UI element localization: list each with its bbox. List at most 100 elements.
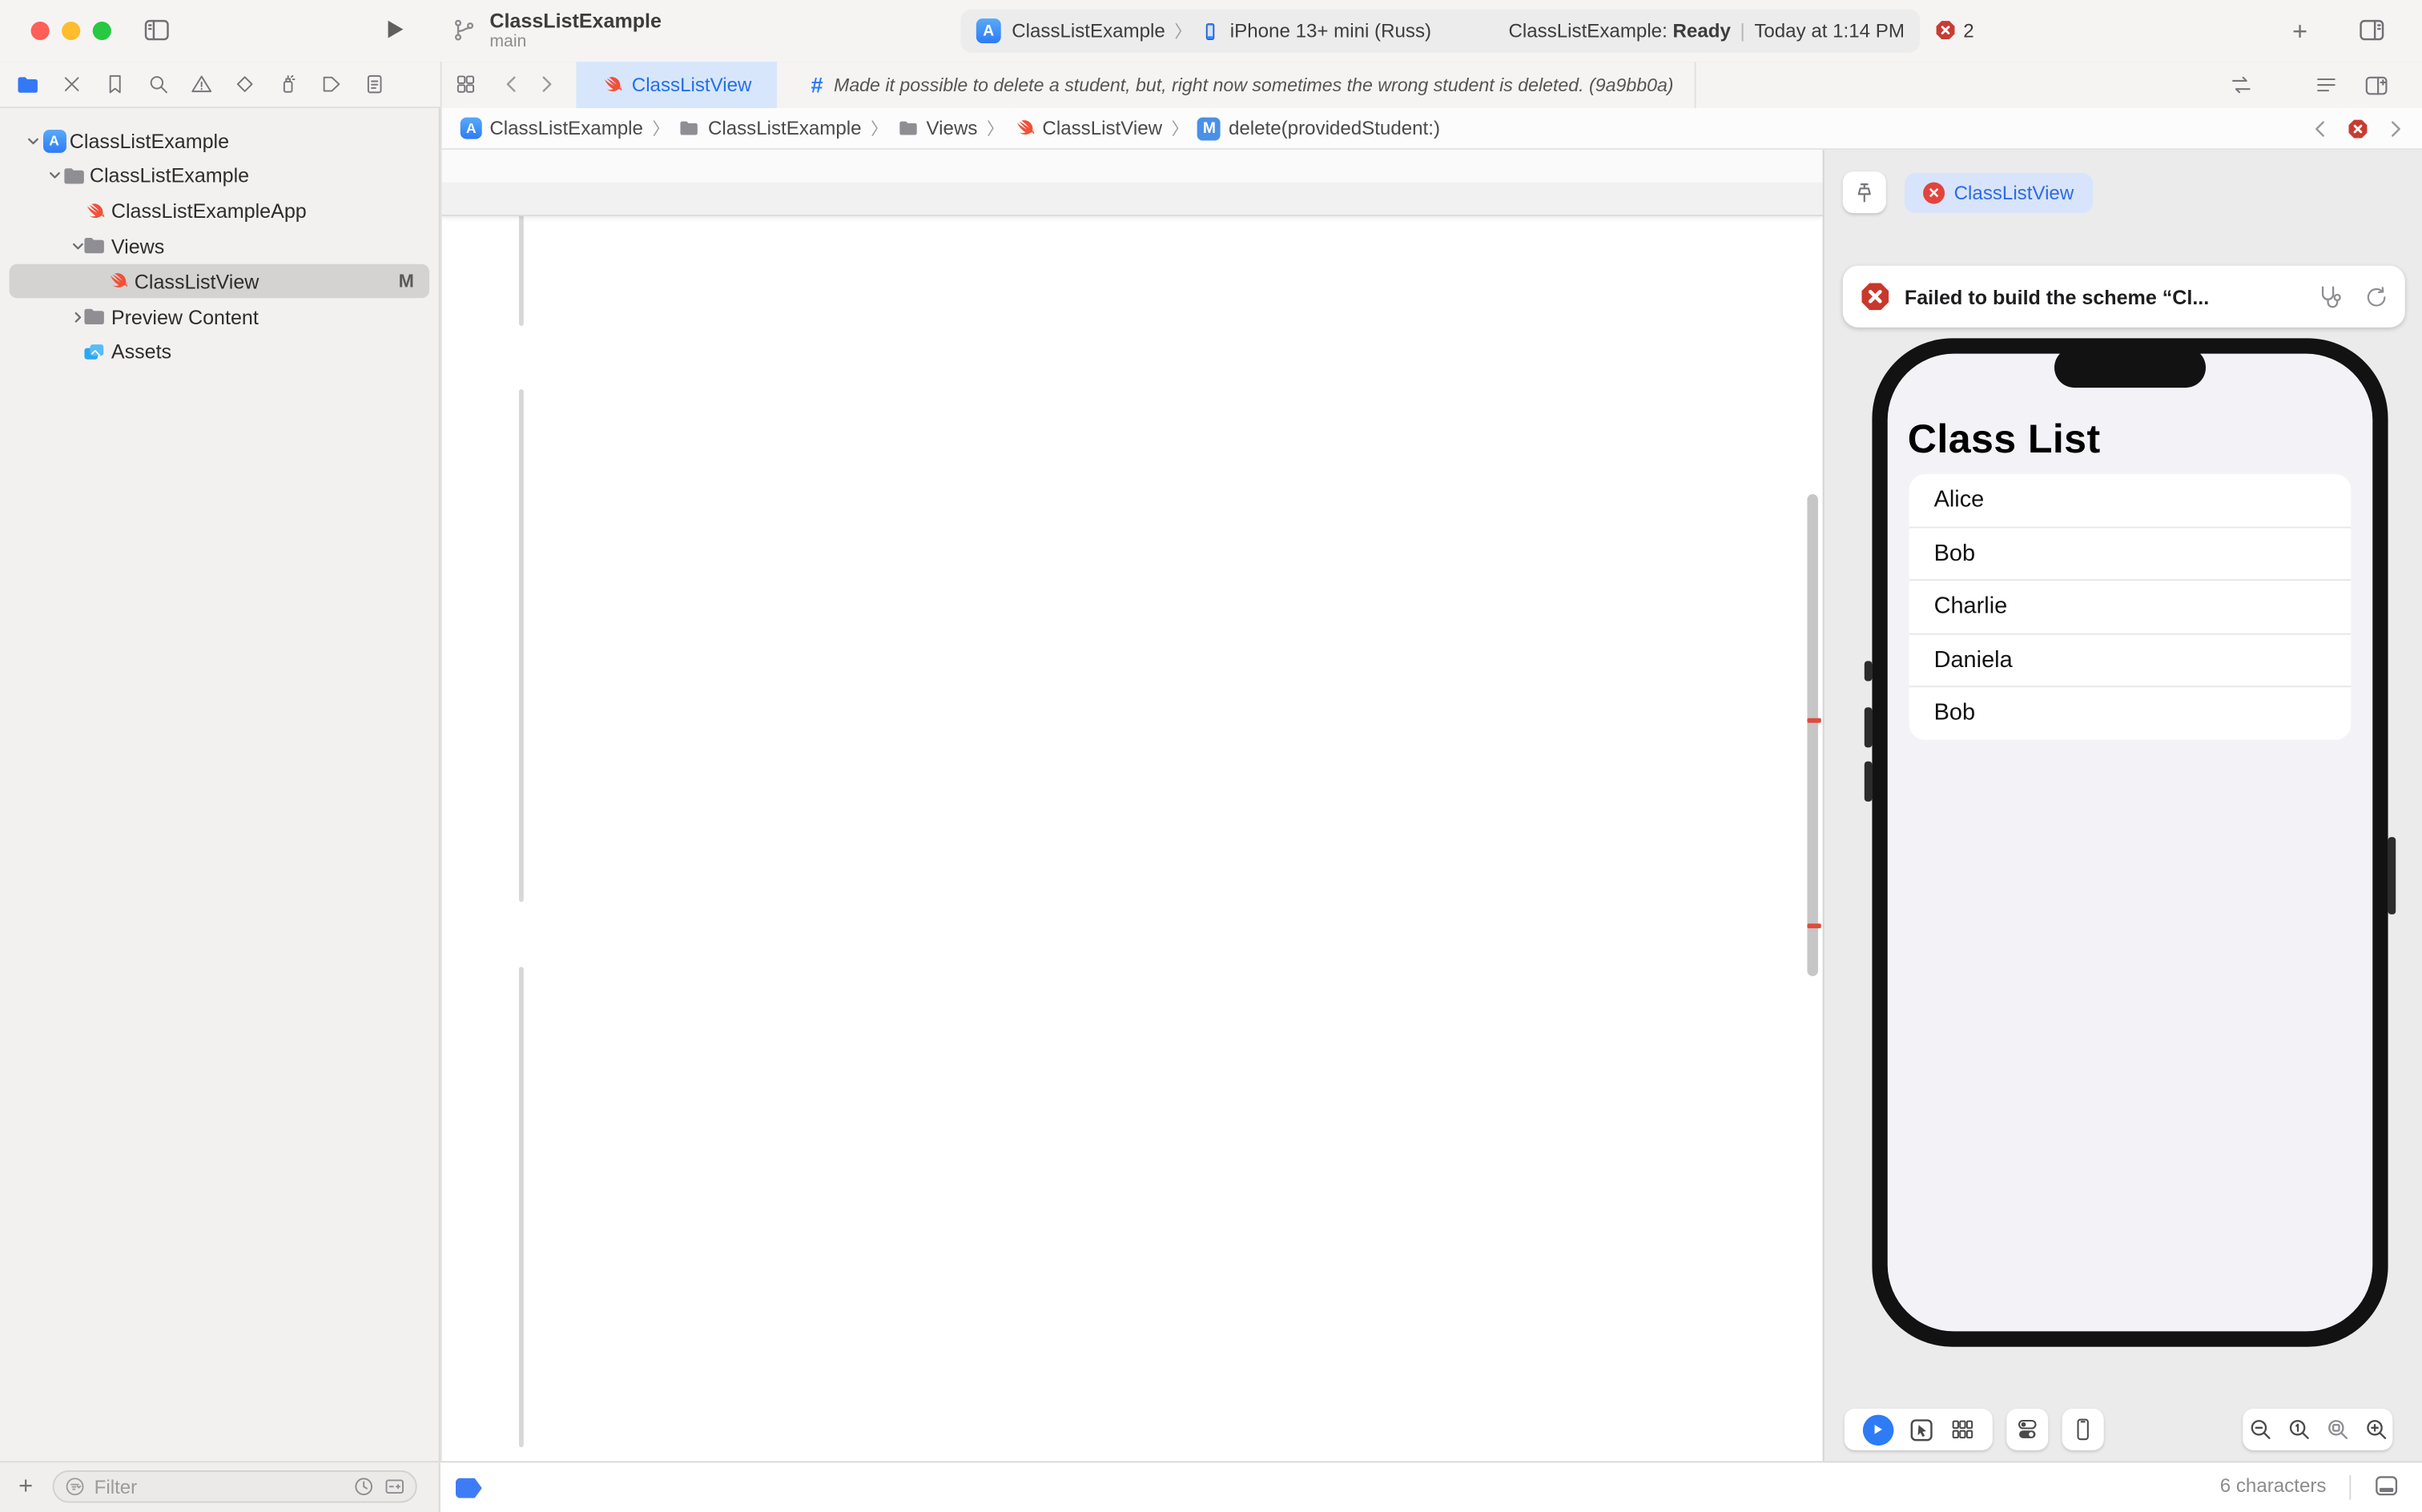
related-items-icon[interactable] [454,73,477,96]
find-icon[interactable] [147,73,170,96]
code-line-48[interactable] [442,838,1823,871]
diagnostics-icon[interactable] [2317,283,2345,311]
code-line-43[interactable] [442,678,1823,710]
tab-commit-message[interactable]: # Made it possible to delete a student, … [789,62,1696,108]
zoom-fit-button[interactable] [2324,1416,2351,1442]
code-line-23[interactable] [442,183,1823,215]
code-line-38[interactable] [442,518,1823,550]
code-line-47[interactable] [442,806,1823,838]
minimize-window-button[interactable] [62,22,80,40]
code-line-62[interactable] [442,1287,1823,1319]
toggles-icon[interactable] [2014,1416,2041,1442]
code-line-34[interactable] [442,390,1823,422]
breadcrumb-delete-providedstudent-[interactable]: Mdelete(providedStudent:) [1197,117,1440,140]
bookmarks-icon[interactable] [103,73,127,96]
add-button[interactable]: + [2292,17,2307,48]
code-line-44[interactable] [442,710,1823,742]
breakpoints-icon[interactable] [320,73,343,96]
disclosure-down-icon[interactable] [45,167,63,185]
code-line-30[interactable] [442,262,1823,294]
tab-classlistview[interactable]: ClassListView [576,62,776,108]
code-line-51[interactable] [442,935,1823,967]
debug-icon[interactable] [276,73,300,96]
code-line-64[interactable] [442,1351,1823,1383]
source-editor[interactable] [441,150,1823,1464]
toggle-bottom-bar-icon[interactable] [2372,1472,2400,1500]
editor-options-icon[interactable] [2314,73,2339,98]
add-file-button[interactable]: + [18,1474,33,1502]
code-line-40[interactable] [442,582,1823,614]
sidebar-item-classlistexample[interactable]: AClassListExample [10,123,430,157]
sidebar-item-classlistexampleapp[interactable]: ClassListExampleApp [10,194,430,227]
code-line-20[interactable] [442,150,1823,182]
code-line-35[interactable] [442,422,1823,454]
code-line-49[interactable] [442,871,1823,903]
run-button[interactable] [380,15,408,43]
recent-filter-icon[interactable] [352,1475,376,1498]
breadcrumb-views[interactable]: Views [897,118,978,139]
forward-navigation-icon[interactable] [534,73,557,96]
back-navigation-icon[interactable] [501,73,524,96]
code-line-60[interactable] [442,1223,1823,1255]
issues-icon[interactable] [190,73,213,96]
code-line-61[interactable] [442,1255,1823,1287]
error-count-badge[interactable]: 2 [1934,18,1974,42]
breadcrumb-classlistexample[interactable]: ClassListExample [678,118,861,139]
filter-field[interactable]: Filter [53,1470,417,1502]
breadcrumb-classlistexample[interactable]: AClassListExample [461,118,643,139]
code-line-52[interactable] [442,967,1823,999]
code-fold-ribbon[interactable] [519,390,524,903]
code-line-59[interactable] [442,1191,1823,1223]
pin-preview-button[interactable] [1843,171,1886,213]
previous-issue-icon[interactable] [2309,118,2332,141]
issue-octagon-icon[interactable] [2346,118,2369,141]
code-fold-ribbon[interactable] [519,967,524,1447]
code-line-45[interactable] [442,742,1823,774]
code-line-63[interactable] [442,1319,1823,1351]
code-line-31[interactable] [442,294,1823,326]
code-line-32[interactable] [442,326,1823,358]
preview-target-pill[interactable]: ✕ ClassListView [1905,173,2092,213]
tests-icon[interactable] [233,73,256,96]
variants-grid-button[interactable] [1949,1416,1975,1442]
code-line-57[interactable] [442,1127,1823,1159]
toggle-right-sidebar-icon[interactable] [2357,15,2387,45]
code-line-50[interactable] [442,903,1823,935]
code-line-66[interactable] [442,1415,1823,1447]
source-control-filter-icon[interactable] [383,1475,406,1498]
zoom-in-button[interactable] [2363,1416,2389,1442]
code-line-55[interactable] [442,1063,1823,1095]
live-preview-button[interactable] [1862,1414,1893,1446]
code-line-46[interactable] [442,774,1823,806]
code-line-42[interactable] [442,646,1823,678]
breakpoint-indicator[interactable] [456,1478,482,1498]
code-line-56[interactable] [442,1095,1823,1127]
code-line-37[interactable] [442,486,1823,518]
next-issue-icon[interactable] [2384,118,2407,141]
code-line-41[interactable] [442,614,1823,646]
sidebar-item-classlistexample[interactable]: ClassListExample [10,159,430,192]
sidebar-item-assets[interactable]: Assets [10,335,430,368]
toggle-left-sidebar-icon[interactable] [142,15,171,45]
scheme-status-pill[interactable]: A ClassListExample 〉 iPhone 13+ mini (Ru… [961,10,1921,53]
scheme-device[interactable]: iPhone 13+ mini (Russ) [1230,20,1431,42]
breadcrumb-classlistview[interactable]: ClassListView [1013,118,1162,139]
swap-editors-icon[interactable] [2229,73,2254,98]
source-control-icon[interactable] [60,73,83,96]
disclosure-down-icon[interactable] [23,131,42,150]
zoom-out-button[interactable] [2247,1416,2273,1442]
zoom-100-button[interactable] [2285,1416,2311,1442]
scheme-project[interactable]: ClassListExample [1012,20,1165,42]
code-line-65[interactable] [442,1383,1823,1415]
editor-scrollbar[interactable] [1807,494,1818,976]
device-settings-button[interactable] [2062,1409,2104,1450]
sidebar-item-preview-content[interactable]: Preview Content [10,300,430,333]
code-line-58[interactable] [442,1159,1823,1191]
zoom-window-button[interactable] [93,22,111,40]
sidebar-item-views[interactable]: Views [10,229,430,263]
project-navigator-icon[interactable] [15,72,40,97]
variants-button[interactable] [2006,1409,2048,1450]
code-line-29[interactable] [442,230,1823,262]
retry-build-icon[interactable] [2364,284,2390,310]
code-line-39[interactable] [442,550,1823,582]
